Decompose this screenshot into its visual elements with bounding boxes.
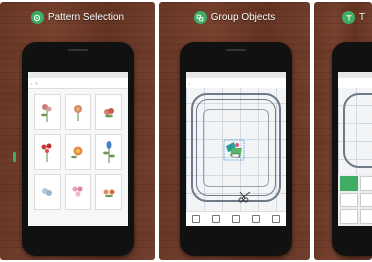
keyboard-key[interactable] [340, 176, 358, 191]
flower-pattern-icon [42, 188, 53, 196]
keyboard-key[interactable] [340, 192, 358, 208]
text-app-icon [342, 11, 355, 24]
phone-device: ‹ [180, 42, 292, 256]
keyboard-key[interactable] [359, 209, 372, 224]
phone-screen: ‹ ≡ [28, 72, 128, 226]
pattern-card[interactable] [95, 174, 122, 210]
design-canvas[interactable] [338, 88, 372, 178]
panel-third: T [314, 2, 372, 260]
back-icon[interactable]: ‹ [31, 81, 32, 86]
grouped-objects[interactable] [222, 138, 246, 162]
back-icon[interactable]: ‹ [189, 81, 190, 86]
phone-device [332, 42, 372, 256]
layers-tool-icon[interactable] [232, 215, 240, 223]
app-toolbar: ‹ ≡ [28, 78, 128, 89]
pattern-card[interactable] [64, 174, 92, 210]
pattern-card[interactable] [95, 134, 122, 170]
flower-pattern-icon [103, 189, 115, 198]
panel-title-label: Group Objects [210, 12, 276, 23]
text-tool-icon[interactable] [252, 215, 260, 223]
flower-pattern-icon [70, 146, 83, 159]
flower-pattern-icon [41, 104, 52, 122]
pattern-card[interactable] [64, 94, 92, 130]
pattern-card[interactable] [64, 134, 92, 170]
hoop-outer [343, 93, 372, 168]
phone-screen [338, 72, 372, 226]
panel-title: Pattern Selection [0, 11, 155, 24]
embroidery-design-icon [223, 139, 245, 161]
menu-icon[interactable]: ≡ [35, 81, 37, 86]
panel-group-objects: Group Objects ‹ [159, 2, 310, 260]
bottom-toolbar [186, 211, 286, 226]
flower-pattern-icon [102, 141, 115, 163]
panel-pattern-selection: Pattern Selection ‹ ≡ [0, 2, 155, 260]
group-app-icon [193, 11, 207, 24]
pattern-card[interactable] [34, 174, 61, 210]
pattern-card[interactable] [95, 94, 122, 130]
flower-pattern-icon [103, 108, 114, 118]
pattern-app-icon [30, 11, 44, 24]
on-screen-keyboard[interactable] [338, 174, 372, 226]
panel-title: T [342, 11, 372, 24]
keyboard-key[interactable] [359, 176, 372, 191]
pattern-grid [28, 89, 128, 215]
add-tool-icon[interactable] [212, 215, 220, 223]
flower-pattern-icon [72, 186, 83, 197]
panel-title: Group Objects [159, 11, 310, 24]
phone-screen: ‹ [186, 72, 286, 226]
settings-tool-icon[interactable] [272, 215, 280, 223]
flower-pattern-icon [73, 105, 82, 121]
keyboard-key[interactable] [359, 192, 372, 208]
panel-title-label: T [359, 12, 366, 23]
screenshot-stage: Pattern Selection ‹ ≡ Group Objects ‹ T [0, 0, 372, 262]
scissors-icon[interactable] [238, 191, 252, 203]
flower-pattern-icon [41, 143, 52, 162]
pattern-card[interactable] [34, 94, 61, 130]
edit-tool-icon[interactable] [192, 215, 200, 223]
keyboard-key[interactable] [340, 209, 358, 224]
design-canvas[interactable] [186, 88, 286, 212]
panel-title-label: Pattern Selection [47, 12, 125, 23]
phone-device: ‹ ≡ [22, 42, 134, 256]
pattern-card[interactable] [34, 134, 61, 170]
side-indicator [13, 152, 16, 162]
